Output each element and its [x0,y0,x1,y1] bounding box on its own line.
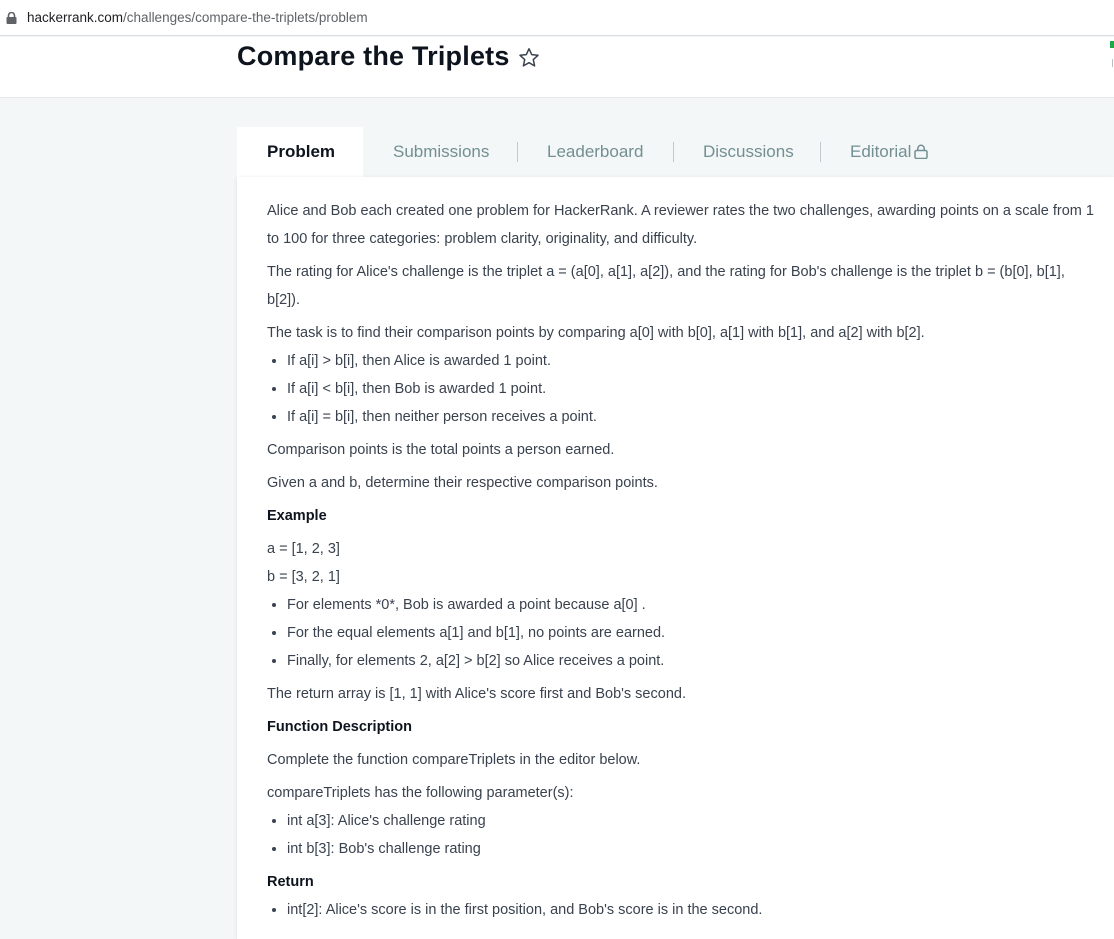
return-array-text: The return array is [1, 1] with Alice's … [267,686,686,702]
star-outline-icon[interactable] [517,46,541,70]
example-heading: Example [267,508,327,524]
browser-address-bar[interactable]: hackerrank.com/challenges/compare-the-tr… [0,0,1114,36]
tab-problem[interactable]: Problem [237,127,363,177]
problem-intro: Alice and Bob each created one problem f… [267,203,1094,247]
list-item: If a[i] < b[i], then Bob is awarded 1 po… [287,375,1097,403]
lock-icon [914,144,929,159]
example-list: For elements *0*, Bob is awarded a point… [267,591,1097,675]
return-heading: Return [267,874,314,890]
tab-discussions[interactable]: Discussions [703,127,794,177]
problem-comparison: Comparison points is the total points a … [267,442,615,458]
problem-rating: The rating for Alice's challenge is the … [267,264,1065,308]
challenge-tabs: Problem Submissions Leaderboard Discussi… [237,127,1114,177]
list-item: int[2]: Alice's score is in the first po… [287,896,1097,924]
problem-given: Given a and b, determine their respectiv… [267,475,658,491]
edge-divider [1112,59,1113,67]
edge-indicator [1110,41,1114,48]
lock-icon [6,12,17,24]
list-item: If a[i] = b[i], then neither person rece… [287,403,1097,431]
function-description-heading: Function Description [267,719,412,735]
tab-editorial[interactable]: Editorial [850,127,929,177]
tab-submissions[interactable]: Submissions [393,127,489,177]
challenge-header: Compare the Triplets [0,37,1114,98]
params-list: int a[3]: Alice's challenge rating int b… [267,807,1097,863]
page-title: Compare the Triplets [237,41,510,71]
list-item: int b[3]: Bob's challenge rating [287,835,1097,863]
list-item: int a[3]: Alice's challenge rating [287,807,1097,835]
problem-task: The task is to find their comparison poi… [267,325,925,341]
example-a: a = [1, 2, 3] [267,541,340,557]
tab-leaderboard[interactable]: Leaderboard [547,127,643,177]
list-item: For elements *0*, Bob is awarded a point… [287,591,1097,619]
list-item: Finally, for elements 2, a[2] > b[2] so … [287,647,1097,675]
tab-editorial-label: Editorial [850,142,912,161]
tab-divider [517,142,518,162]
example-b: b = [3, 2, 1] [267,569,340,585]
complete-function-text: Complete the function compareTriplets in… [267,752,641,768]
params-intro: compareTriplets has the following parame… [267,785,574,801]
address-url[interactable]: hackerrank.com/challenges/compare-the-tr… [27,10,368,25]
problem-statement: Alice and Bob each created one problem f… [267,197,1097,929]
problem-panel: Alice and Bob each created one problem f… [237,177,1114,939]
tab-divider [673,142,674,162]
return-list: int[2]: Alice's score is in the first po… [267,896,1097,924]
rules-list: If a[i] > b[i], then Alice is awarded 1 … [267,347,1097,431]
list-item: For the equal elements a[1] and b[1], no… [287,619,1097,647]
tab-divider [820,142,821,162]
url-host: hackerrank.com [27,10,124,25]
list-item: If a[i] > b[i], then Alice is awarded 1 … [287,347,1097,375]
url-path: /challenges/compare-the-triplets/problem [123,10,368,25]
